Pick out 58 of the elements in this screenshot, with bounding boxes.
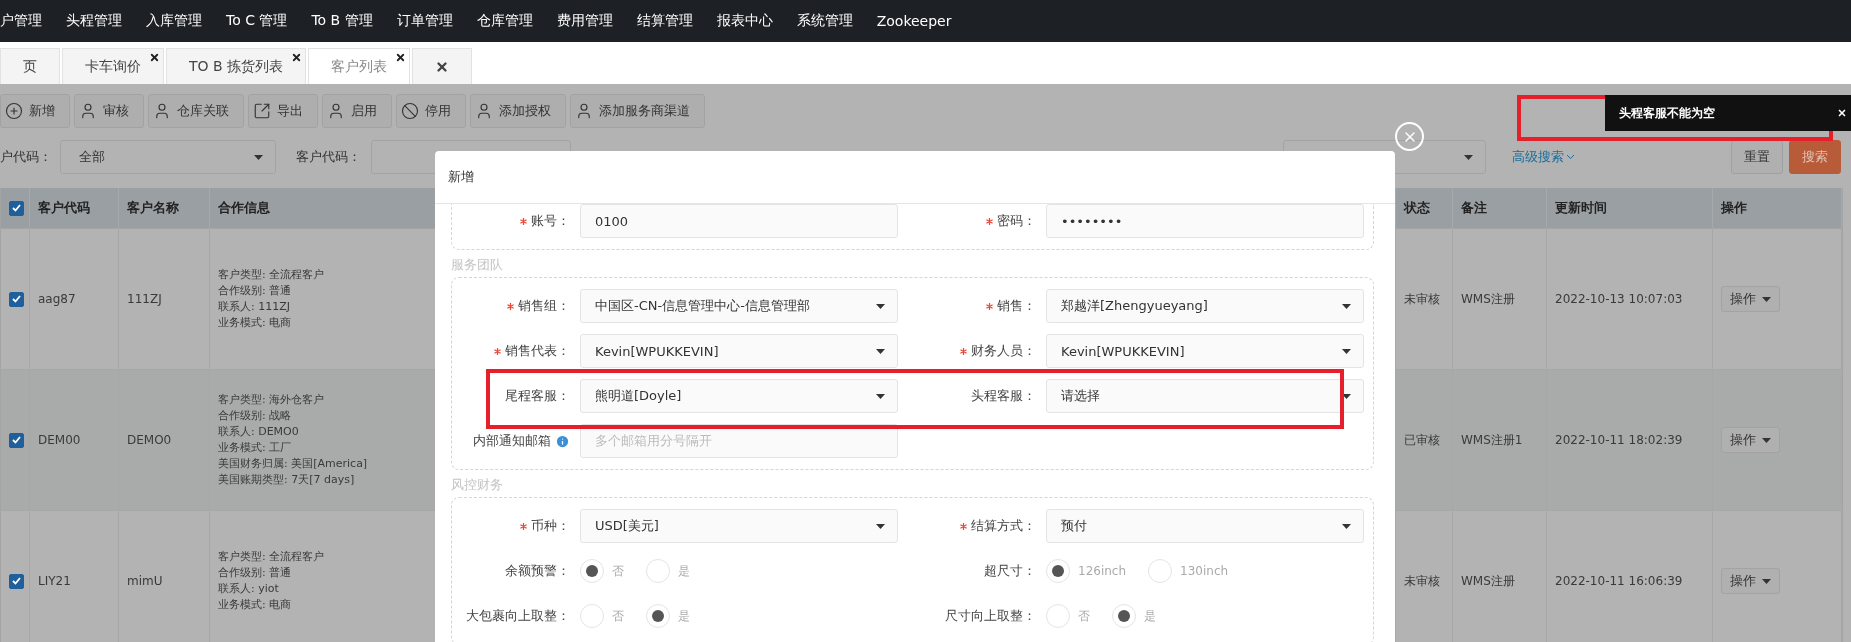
filter-label: 户代码：	[0, 148, 52, 166]
radio-label: 否	[1078, 607, 1090, 625]
toast: 头程客服不能为空	[1605, 95, 1851, 131]
info-line: 业务模式: 电商	[218, 597, 292, 613]
info-line: 业务模式: 电商	[218, 315, 292, 331]
dialog-title: 新增	[448, 168, 474, 186]
field-label: 密码：	[898, 213, 1046, 229]
field-label: 尾程客服：	[504, 388, 571, 404]
radio-label: 否	[612, 562, 624, 580]
radio-label: 126inch	[1078, 564, 1127, 578]
info-line: 客户类型: 海外仓客户	[218, 392, 325, 408]
table-cell: 已审核	[1396, 370, 1453, 511]
info-line: 联系人: DEMO0	[218, 424, 299, 440]
radio-label: 是	[678, 607, 690, 625]
section-legend: 服务团队	[451, 256, 1374, 274]
radio-label: 是	[678, 562, 690, 580]
table-cell: 2022-10-13 10:07:03	[1547, 229, 1713, 370]
info-line: 客户类型: 全流程客户	[218, 549, 325, 565]
info-line: 联系人: yiot	[218, 581, 279, 597]
field-label: 财务人员：	[898, 343, 1046, 359]
column-header: 客户代码	[30, 188, 119, 229]
column-header: 操作	[1713, 188, 1842, 229]
column-header: 备注	[1453, 188, 1547, 229]
table-cell: 111ZJ	[119, 229, 210, 370]
info-line: 联系人: 111ZJ	[218, 299, 290, 315]
info-line: 美国账期类型: 7天[7 days]	[218, 472, 355, 488]
field-label: 销售组：	[452, 298, 580, 314]
table-cell: 未审核	[1396, 229, 1453, 370]
table-cell: WMS注册	[1453, 229, 1547, 370]
column-header: 更新时间	[1547, 188, 1713, 229]
table-cell: DEM00	[30, 370, 119, 511]
column-header: 状态	[1396, 188, 1453, 229]
radio-label: 是	[1144, 607, 1156, 625]
filter-label: 客户代码：	[296, 148, 361, 166]
field-label: 超尺寸：	[983, 563, 1037, 579]
radio-label: 否	[612, 607, 624, 625]
radio-label: 130inch	[1180, 564, 1229, 578]
field-label: 结算方式：	[898, 518, 1046, 534]
info-line: 合作级别: 普通	[218, 283, 292, 299]
field-label: 头程客服：	[970, 388, 1037, 404]
table-cell: WMS注册1	[1453, 370, 1547, 511]
column-header: 客户名称	[119, 188, 210, 229]
field-label: 内部通知邮箱	[452, 433, 580, 449]
table-cell: aag87	[30, 229, 119, 370]
field-label: 账号：	[452, 213, 580, 229]
field-label: 销售：	[898, 298, 1046, 314]
info-line: 美国财务归属: 美国[America]	[218, 456, 368, 472]
info-line: 客户类型: 全流程客户	[218, 267, 325, 283]
field-label: 大包裹向上取整：	[465, 608, 571, 624]
field-label: 余额预警：	[504, 563, 571, 579]
field-label: 币种：	[452, 518, 580, 534]
info-line: 合作级别: 战略	[218, 408, 292, 424]
info-line: 合作级别: 普通	[218, 565, 292, 581]
field-label: 销售代表：	[452, 343, 580, 359]
table-cell: DEMO0	[119, 370, 210, 511]
field-label: 尺寸向上取整：	[944, 608, 1037, 624]
table-cell: 2022-10-11 18:02:39	[1547, 370, 1713, 511]
info-line: 业务模式: 工厂	[218, 440, 292, 456]
